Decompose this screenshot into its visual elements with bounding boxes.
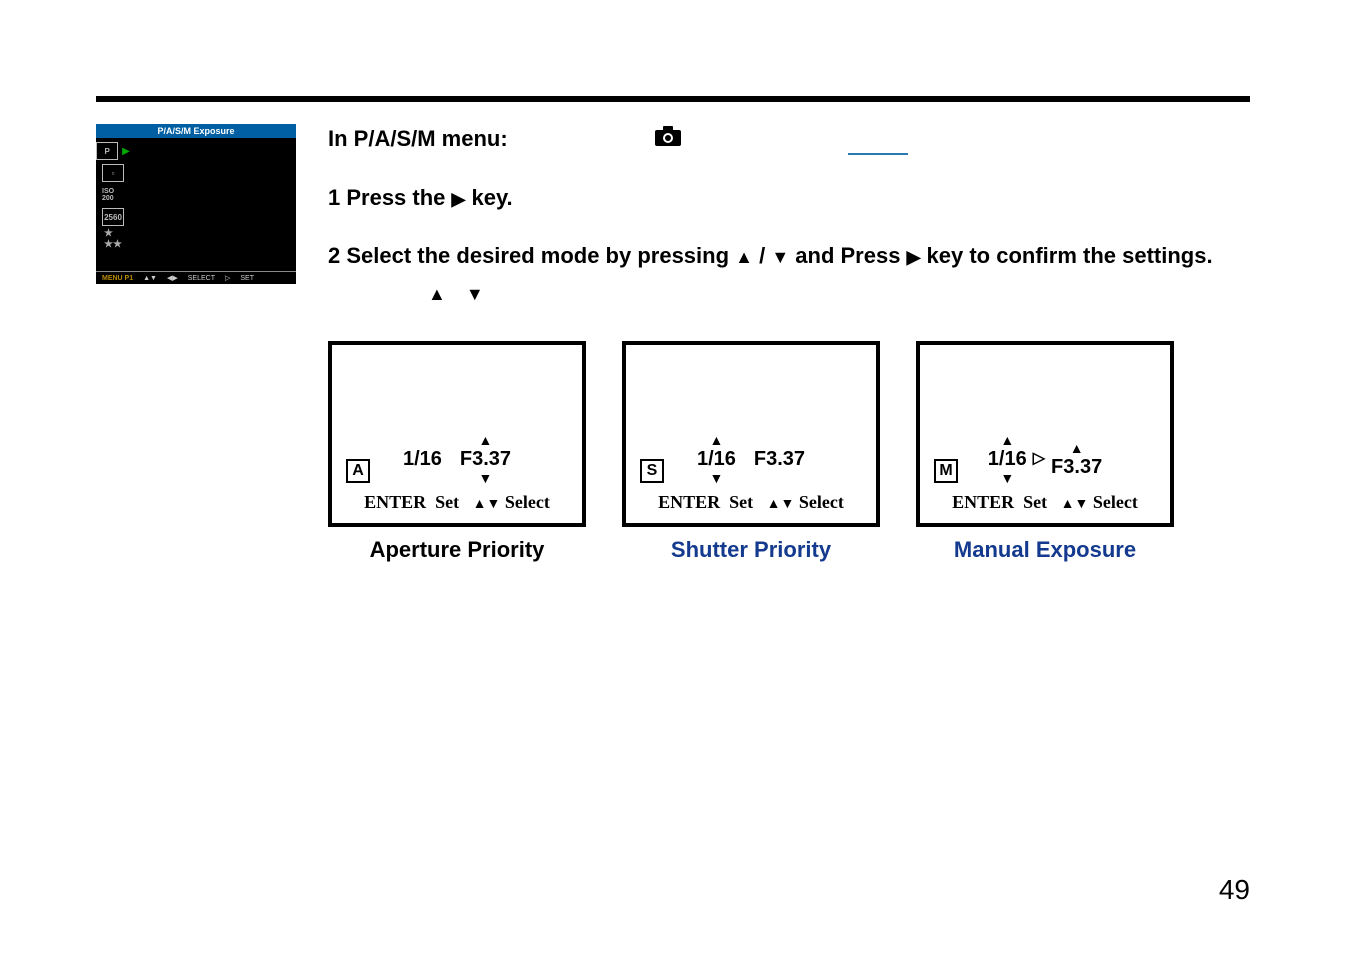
camera-menu-title: P/A/S/M Exposure (96, 124, 296, 138)
right-arrow-icon: ▶ (907, 247, 921, 267)
shutter-col: ▲ 1/16 ▼ (988, 433, 1027, 485)
down-arrow-icon: ▼ (709, 471, 723, 485)
aperture-col: ▲ F3.37 ▼ (460, 433, 511, 485)
aperture-value: F3.37 (1051, 457, 1102, 477)
aperture-value: F3.37 (754, 449, 805, 469)
right-outline-arrow-icon: ▷ (1033, 448, 1045, 470)
manual-exposure-label: Manual Exposure (916, 535, 1174, 565)
shutter-value: 1/16 (988, 449, 1027, 469)
cursor-icon: ▶ (122, 146, 130, 157)
footer-right-icon: ▷ (225, 274, 230, 282)
camera-menu-body: P ▶ ▫ ISO 200 2560 ★★★ (96, 138, 296, 271)
shutter-priority-label: Shutter Priority (622, 535, 880, 565)
hint-bar: ENTER Set ▲▼ Select (626, 490, 876, 515)
footer-updown-icon: ▲▼ (143, 275, 157, 282)
metering-icon: ▫ (102, 164, 124, 182)
step2-prefix: 2 Select the desired mode by pressing (328, 243, 735, 268)
standalone-arrows: ▲ ▼ (428, 282, 1250, 306)
down-arrow-icon: ▼ (1075, 497, 1089, 512)
up-arrow-icon: ▲ (428, 284, 446, 304)
down-arrow-icon: ▼ (466, 284, 484, 304)
footer-leftright-icon: ◀▶ (167, 274, 178, 282)
down-arrow-icon: ▼ (487, 497, 501, 512)
mode-letter-s: S (640, 459, 664, 483)
hint-set: Set (435, 492, 459, 512)
step2-suffix: key to confirm the settings. (927, 243, 1213, 268)
hint-enter: ENTER (658, 492, 720, 512)
right-arrow-icon: ▶ (452, 189, 466, 209)
footer-menu: MENU P1 (102, 275, 133, 282)
hint-enter: ENTER (952, 492, 1014, 512)
shutter-col: ▲ 1/16 ▼ (697, 433, 736, 485)
hint-bar: ENTER Set ▲▼ Select (332, 490, 582, 515)
up-arrow-icon: ▲ (709, 433, 723, 447)
hint-bar: ENTER Set ▲▼ Select (920, 490, 1170, 515)
down-arrow-icon: ▼ (781, 497, 795, 512)
quality-stars-icon: ★★★ (102, 230, 124, 248)
step2-mid: and Press (795, 243, 906, 268)
manual-exposure-card: ▲ 1/16 ▼ ▷ ▲ F3.37 M ENTE (916, 341, 1174, 565)
down-arrow-icon: ▼ (1000, 471, 1014, 485)
camera-menu-iconlist: P ▶ ▫ ISO 200 2560 ★★★ (96, 138, 130, 271)
up-arrow-icon: ▲ (1000, 433, 1014, 447)
hint-select: Select (505, 492, 550, 512)
hint-select: Select (799, 492, 844, 512)
manual-page: P/A/S/M Exposure P ▶ ▫ ISO 200 2560 ★★★ … (0, 0, 1346, 954)
manual-exposure-screen: ▲ 1/16 ▼ ▷ ▲ F3.37 M ENTE (916, 341, 1174, 527)
slash: / (759, 243, 771, 268)
mode-letter-a: A (346, 459, 370, 483)
camera-menu-screenshot: P/A/S/M Exposure P ▶ ▫ ISO 200 2560 ★★★ … (96, 124, 296, 284)
hint-set: Set (1023, 492, 1047, 512)
aperture-col: F3.37 (754, 449, 805, 469)
aperture-priority-label: Aperture Priority (328, 535, 586, 565)
instruction-block: In P/A/S/M menu: 1 Press the ▶ key. 2 Se… (328, 124, 1250, 564)
hint-set: Set (729, 492, 753, 512)
aperture-priority-card: 1/16 ▲ F3.37 ▼ A ENTER Set (328, 341, 586, 565)
page-number: 49 (1219, 874, 1250, 906)
mode-p-icon: P (96, 142, 118, 160)
hint-select: Select (1093, 492, 1138, 512)
blue-underline (848, 153, 908, 155)
up-arrow-icon: ▲ (767, 497, 781, 512)
content-row: P/A/S/M Exposure P ▶ ▫ ISO 200 2560 ★★★ … (96, 124, 1250, 564)
up-arrow-icon: ▲ (1061, 497, 1075, 512)
up-arrow-icon: ▲ (479, 433, 493, 447)
aperture-priority-screen: 1/16 ▲ F3.37 ▼ A ENTER Set (328, 341, 586, 527)
step1-prefix: 1 Press the (328, 185, 452, 210)
horizontal-rule (96, 96, 1250, 102)
instruction-step-2: 2 Select the desired mode by pressing ▲ … (328, 241, 1250, 271)
mode-letter-m: M (934, 459, 958, 483)
shutter-value: 1/16 (403, 449, 442, 469)
step1-suffix: key. (471, 185, 512, 210)
hint-enter: ENTER (364, 492, 426, 512)
shutter-value: 1/16 (697, 449, 736, 469)
resolution-icon: 2560 (102, 208, 124, 226)
up-arrow-icon: ▲ (735, 247, 753, 267)
instruction-heading-row: In P/A/S/M menu: (328, 124, 1250, 155)
down-arrow-icon: ▼ (771, 247, 789, 267)
footer-set: SET (240, 275, 254, 282)
shutter-priority-screen: ▲ 1/16 ▼ F3.37 S ENTER Set (622, 341, 880, 527)
aperture-col: ▲ F3.37 (1051, 441, 1102, 477)
up-arrow-icon: ▲ (1070, 441, 1084, 455)
up-arrow-icon: ▲ (473, 497, 487, 512)
camera-menu-footer: MENU P1 ▲▼ ◀▶ SELECT ▷ SET (96, 271, 296, 284)
iso-icon: ISO 200 (102, 186, 124, 204)
shutter-col: 1/16 (403, 449, 442, 469)
footer-select: SELECT (188, 275, 215, 282)
shutter-priority-card: ▲ 1/16 ▼ F3.37 S ENTER Set (622, 341, 880, 565)
instruction-step-1: 1 Press the ▶ key. (328, 183, 1250, 213)
aperture-value: F3.37 (460, 449, 511, 469)
down-arrow-icon: ▼ (479, 471, 493, 485)
mode-cards-row: 1/16 ▲ F3.37 ▼ A ENTER Set (328, 341, 1250, 565)
instruction-heading: In P/A/S/M menu: (328, 126, 508, 151)
camera-icon (654, 125, 682, 155)
